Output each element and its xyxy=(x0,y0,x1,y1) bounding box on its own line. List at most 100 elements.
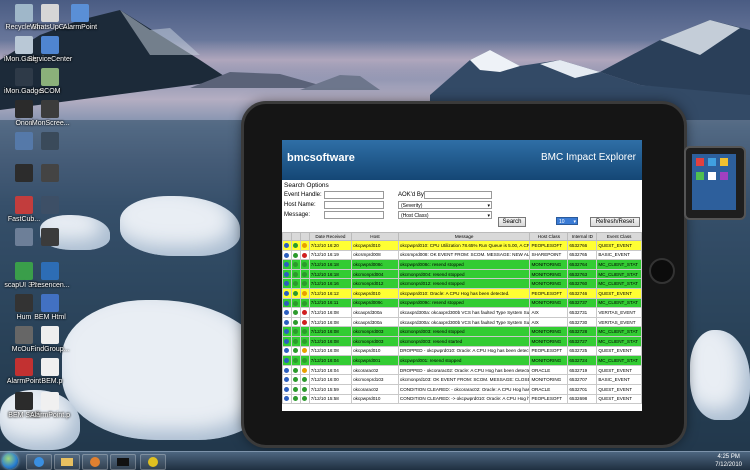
select-radio-icon xyxy=(284,310,289,316)
desktop-icon[interactable]: iMonScree... xyxy=(20,100,80,127)
severity-value: (Severity) xyxy=(401,203,423,209)
refresh-reset-button[interactable]: Refresh/Reset xyxy=(590,217,640,227)
console-icon[interactable] xyxy=(110,454,136,470)
search-button[interactable]: Search xyxy=(498,217,526,227)
acked-by-input[interactable] xyxy=(424,191,492,199)
chevron-down-icon: ▾ xyxy=(487,213,490,219)
count-select[interactable]: 10 ▾ xyxy=(556,217,578,225)
column-header[interactable] xyxy=(299,232,310,241)
host-name-label: Host Name: xyxy=(284,202,316,208)
column-header[interactable] xyxy=(290,232,301,241)
table-row[interactable]: 7/12/10 16:08 okcaxprd300a okcaxprd300a: o… xyxy=(282,307,642,318)
host-class-cell: AIX xyxy=(529,316,569,328)
ack-checkbox-icon xyxy=(292,358,298,364)
desktop-icon[interactable]: Presencen... xyxy=(20,262,80,289)
ie-icon[interactable] xyxy=(26,454,52,470)
table-row[interactable]: 7/12/10 15:58 okcpwprd010 CONDITION CLEARE… xyxy=(282,393,642,405)
ack-checkbox-icon xyxy=(292,319,298,325)
column-header[interactable] xyxy=(282,232,292,241)
desktop-icon[interactable]: ServiceCenter xyxy=(20,36,80,63)
severity-select[interactable]: (Severity) ▾ xyxy=(398,201,492,209)
desktop-icon[interactable]: ..BEM.p xyxy=(20,358,80,385)
internal-id-cell: 6532763 xyxy=(567,268,598,280)
table-row[interactable]: 7/12/10 15:59 okcorarac02 CONDITION CLEARE… xyxy=(282,383,642,395)
desktop-icon-label: BEM Html xyxy=(34,314,66,321)
event-class-cell: BASIC_EVENT xyxy=(596,249,642,261)
desktop-icon[interactable] xyxy=(20,196,80,216)
column-header[interactable]: Date Received xyxy=(308,232,353,241)
clock[interactable]: 4:25 PM 7/12/2010 xyxy=(715,453,742,469)
event-handle-input[interactable] xyxy=(324,191,384,199)
shortcut-icon xyxy=(41,68,59,86)
table-row[interactable]: 7/12/10 16:19 okcsmprd008 okcsmprd008: OK … xyxy=(282,249,642,261)
desktop-icon-label: Presencen... xyxy=(30,282,70,289)
event-class-cell: QUEST_EVENT xyxy=(596,383,642,395)
message-cell: DROPPED - okcpwprd010: Oracle: A CPU Hog… xyxy=(397,345,531,357)
column-header[interactable]: Message xyxy=(397,232,531,241)
select-radio-icon xyxy=(284,338,289,344)
event-class-cell: MC_CLIENT_STAT xyxy=(596,355,642,366)
app-icon[interactable] xyxy=(140,454,166,470)
message-cell: okcmonprd012: resend stopped xyxy=(397,278,531,289)
select-radio-icon xyxy=(284,386,289,392)
host-class-cell: ORACLE xyxy=(529,364,569,376)
desktop-icon[interactable]: FindGroup... xyxy=(20,326,80,353)
host-cell: okcorarac02 xyxy=(351,364,399,376)
host-cell: okcaxprd300a xyxy=(351,316,399,328)
desktop-icon[interactable]: BEM Html xyxy=(20,294,80,321)
table-row[interactable]: 7/12/10 16:11 okcpwprd009c okcpwprd009c: r… xyxy=(282,297,642,309)
table-row[interactable]: 7/12/10 16:20 okcpwprd010 okcpwprd010: CPU… xyxy=(282,240,642,251)
desktop-icon[interactable]: AlarmPoint xyxy=(50,4,110,31)
desktop-icon[interactable]: SCOM xyxy=(20,68,80,95)
column-header[interactable]: Internal ID xyxy=(567,232,598,241)
table-header-row: Date Received Host Message Host Class Intern… xyxy=(282,232,642,241)
host-class-select[interactable]: (Host Class) ▾ xyxy=(398,211,492,219)
event-class-cell: QUEST_EVENT xyxy=(596,393,642,405)
column-header[interactable]: Event Class xyxy=(596,232,642,241)
bmc-logo: bmcsoftware xyxy=(287,152,355,164)
column-header[interactable]: Host xyxy=(351,232,399,241)
ack-checkbox-icon xyxy=(292,338,298,344)
table-row[interactable]: 7/12/10 16:08 okcmonprd003 okcmonprd003: r… xyxy=(282,335,642,347)
event-class-cell: MC_CLIENT_STAT xyxy=(596,326,642,337)
table-row[interactable]: 7/12/10 16:08 okcaxprd300a okcaxprd300a: o… xyxy=(282,316,642,328)
desktop-icon[interactable] xyxy=(20,164,80,184)
host-cell: okcpwprd010 xyxy=(351,240,399,251)
severity-icon xyxy=(301,319,307,325)
message-cell: okcpwprd010: Oracle: A CPU Hog has been … xyxy=(397,287,531,299)
table-row[interactable]: 7/12/10 16:04 okcpwprd001 okcpwprd001: res… xyxy=(282,355,642,366)
thumbnail-screen xyxy=(692,154,736,210)
date-cell: 7/12/10 16:08 xyxy=(308,326,353,337)
clock-date: 7/12/2010 xyxy=(715,462,742,468)
desktop-icon[interactable] xyxy=(20,228,80,248)
shortcut-icon xyxy=(41,100,59,118)
table-row[interactable]: 7/12/10 16:16 okcmonprd012 okcmonprd012: r… xyxy=(282,278,642,289)
desktop-icon-label: AlarmPoint.p xyxy=(29,412,71,419)
date-cell: 7/12/10 16:08 xyxy=(308,307,353,318)
message-input[interactable] xyxy=(324,211,384,219)
table-row[interactable]: 7/12/10 16:04 okcorarac02 DROPPED - okcora… xyxy=(282,364,642,376)
table-row[interactable]: 7/12/10 16:12 okcpwprd010 okcpwprd010: Ora… xyxy=(282,287,642,299)
host-class-cell: MONITORING xyxy=(529,297,569,309)
table-row[interactable]: 7/12/10 16:08 okcmonprd003 okcmonprd003: r… xyxy=(282,326,642,337)
severity-icon xyxy=(301,386,307,392)
home-button[interactable] xyxy=(649,258,675,284)
start-button[interactable] xyxy=(2,453,18,469)
ack-checkbox-icon xyxy=(292,252,298,258)
host-name-input[interactable] xyxy=(324,201,384,209)
date-cell: 7/12/10 16:11 xyxy=(308,297,353,309)
table-row[interactable]: 7/12/10 16:08 okcpwprd010 DROPPED - okcpwp… xyxy=(282,345,642,357)
column-header[interactable]: Host Class xyxy=(529,232,569,241)
table-row[interactable]: 7/12/10 16:18 okcpwprd008c okcpwprd008c: r… xyxy=(282,259,642,270)
desktop-icon[interactable] xyxy=(20,132,80,152)
firefox-icon[interactable] xyxy=(82,454,108,470)
explorer-icon[interactable] xyxy=(54,454,80,470)
table-row[interactable]: 7/12/10 16:00 okcmonprd103 okcmonprd103: O… xyxy=(282,374,642,385)
ipad-thumbnail-gadget[interactable] xyxy=(684,146,746,220)
table-row[interactable]: 7/12/10 16:18 okcmonprd004 okcmonprd004: r… xyxy=(282,268,642,280)
date-cell: 7/12/10 16:08 xyxy=(308,316,353,328)
desktop-icon[interactable]: AlarmPoint.p xyxy=(20,392,80,419)
host-class-cell: MONITORING xyxy=(529,374,569,385)
message-cell: okcpwprd001: resend stopped xyxy=(397,355,531,366)
select-radio-icon xyxy=(284,262,289,268)
